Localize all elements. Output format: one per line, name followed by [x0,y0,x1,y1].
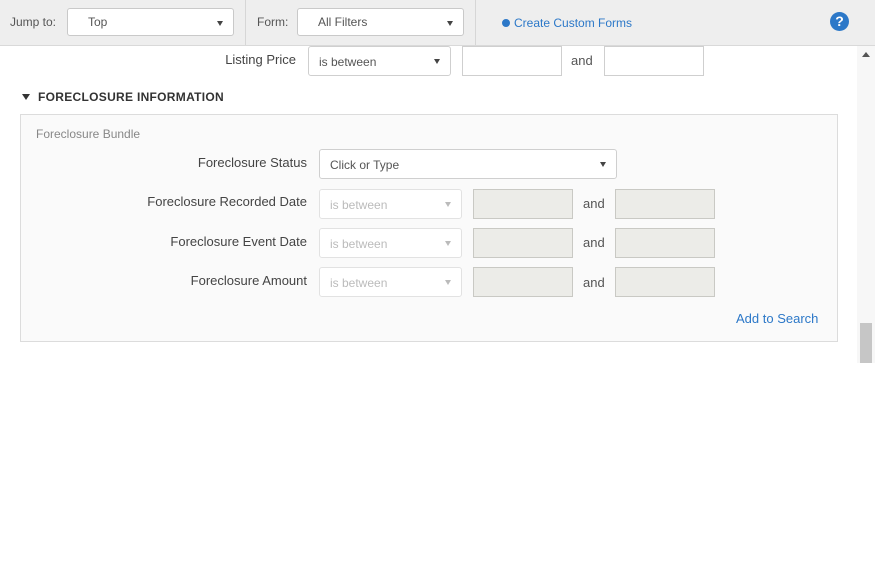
scroll-up-arrow-icon[interactable] [862,52,870,57]
form-value: All Filters [318,15,368,29]
foreclosure-status-placeholder: Click or Type [330,158,400,172]
chevron-down-icon [447,21,453,26]
add-to-search-link[interactable]: Add to Search [736,311,818,326]
chevron-down-icon [445,202,451,207]
recorded-date-from-input[interactable] [473,189,573,219]
toolbar-divider [245,0,246,45]
listing-price-label: Listing Price [225,52,296,67]
chevron-down-icon [600,162,606,167]
gear-icon [502,19,510,27]
event-date-from-input[interactable] [473,228,573,258]
form-select[interactable]: All Filters [297,8,464,36]
foreclosure-recorded-date-label: Foreclosure Recorded Date [147,194,307,209]
chevron-down-icon [445,241,451,246]
scrollbar[interactable] [857,46,875,363]
jump-to-select[interactable]: Top [67,8,234,36]
foreclosure-section-toggle[interactable]: FORECLOSURE INFORMATION [22,90,224,104]
listing-price-operator-value: is between [319,55,377,69]
recorded-date-operator-select[interactable]: is between [319,189,462,219]
toolbar-divider [475,0,476,45]
foreclosure-event-date-label: Foreclosure Event Date [170,234,307,249]
foreclosure-amount-label: Foreclosure Amount [190,273,307,288]
and-label: and [583,196,605,211]
listing-price-min-input[interactable] [462,46,562,76]
and-label: and [583,235,605,250]
chevron-down-icon [217,21,223,26]
amount-min-input[interactable] [473,267,573,297]
chevron-down-icon [445,280,451,285]
chevron-down-icon [434,59,440,64]
event-date-operator-value: is between [330,237,388,251]
section-title: FORECLOSURE INFORMATION [38,90,225,104]
amount-max-input[interactable] [615,267,715,297]
scrollbar-thumb[interactable] [860,323,872,363]
caret-down-icon [22,94,30,100]
help-icon[interactable]: ? [830,12,849,31]
recorded-date-operator-value: is between [330,198,388,212]
top-toolbar: Jump to: Top Form: All Filters Create Cu… [0,0,875,46]
bundle-title: Foreclosure Bundle [36,127,141,141]
listing-price-operator-select[interactable]: is between [308,46,451,76]
jump-to-value: Top [88,15,108,29]
form-label: Form: [257,15,289,29]
create-custom-forms-link[interactable]: Create Custom Forms [502,16,632,30]
listing-price-max-input[interactable] [604,46,704,76]
event-date-to-input[interactable] [615,228,715,258]
and-label: and [571,53,593,68]
event-date-operator-select[interactable]: is between [319,228,462,258]
create-custom-forms-label: Create Custom Forms [514,16,633,30]
amount-operator-select[interactable]: is between [319,267,462,297]
and-label: and [583,275,605,290]
jump-to-label: Jump to: [10,15,57,29]
recorded-date-to-input[interactable] [615,189,715,219]
foreclosure-status-label: Foreclosure Status [197,155,307,170]
amount-operator-value: is between [330,276,388,290]
foreclosure-status-select[interactable]: Click or Type [319,149,617,179]
